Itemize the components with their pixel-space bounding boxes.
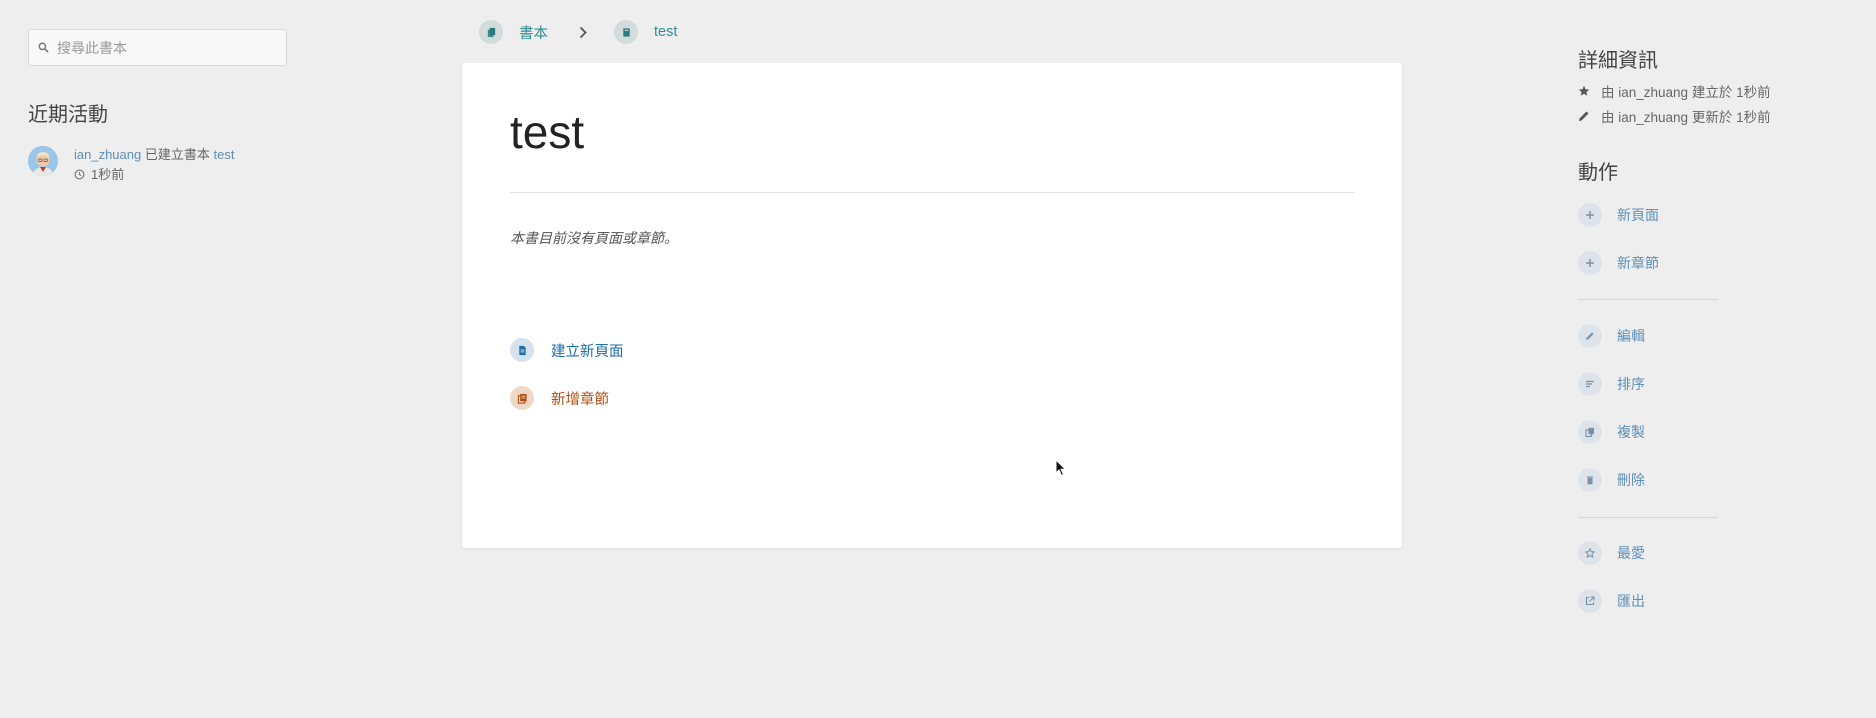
sort-label: 排序 bbox=[1617, 376, 1645, 392]
plus-icon bbox=[1578, 203, 1602, 227]
empty-book-message: 本書目前沒有頁面或章節。 bbox=[510, 230, 678, 246]
book-icon bbox=[614, 20, 638, 44]
page-icon bbox=[510, 338, 534, 362]
updated-meta: 由 ian_zhuang 更新於 1秒前 bbox=[1578, 106, 1771, 126]
actions-divider bbox=[1578, 517, 1718, 518]
add-chapter-link[interactable]: 新增章節 bbox=[510, 386, 609, 410]
sort-icon bbox=[1578, 372, 1602, 396]
chevron-right-icon bbox=[578, 26, 588, 39]
copy-icon bbox=[1578, 420, 1602, 444]
avatar[interactable] bbox=[28, 146, 58, 176]
create-page-link[interactable]: 建立新頁面 bbox=[510, 338, 624, 362]
book-content-card: test 本書目前沒有頁面或章節。 建立新頁面 新增章節 bbox=[462, 63, 1402, 548]
breadcrumb-books-label: 書本 bbox=[519, 25, 548, 42]
plus-icon bbox=[1578, 251, 1602, 275]
star-icon bbox=[1578, 85, 1590, 96]
books-icon bbox=[479, 20, 503, 44]
search-box[interactable] bbox=[28, 29, 287, 66]
search-input[interactable] bbox=[57, 39, 277, 56]
activity-user-link[interactable]: ian_zhuang bbox=[74, 147, 141, 162]
title-divider bbox=[510, 192, 1355, 193]
star-outline-icon bbox=[1578, 541, 1602, 565]
updated-text: 由 ian_zhuang 更新於 1秒前 bbox=[1601, 110, 1771, 125]
copy-label: 複製 bbox=[1617, 424, 1645, 440]
page: 近期活動 ian_zhuang 已建立書本 test bbox=[0, 0, 1876, 718]
sort-action[interactable]: 排序 bbox=[1578, 372, 1645, 396]
activity-book-link[interactable]: test bbox=[214, 147, 235, 162]
export-label: 匯出 bbox=[1617, 593, 1645, 609]
edit-label: 編輯 bbox=[1617, 328, 1645, 344]
delete-label: 刪除 bbox=[1617, 472, 1645, 488]
actions-divider bbox=[1578, 299, 1718, 300]
breadcrumb-books-link[interactable]: 書本 bbox=[479, 20, 548, 44]
pencil-icon bbox=[1579, 111, 1589, 121]
mouse-cursor-icon bbox=[1055, 459, 1067, 477]
pencil-icon bbox=[1578, 324, 1602, 348]
breadcrumb-book-label: test bbox=[654, 24, 678, 40]
activity-item: ian_zhuang 已建立書本 test 1秒前 bbox=[28, 146, 234, 183]
search-icon bbox=[38, 42, 49, 53]
created-meta: 由 ian_zhuang 建立於 1秒前 bbox=[1578, 81, 1771, 101]
trash-icon bbox=[1578, 468, 1602, 492]
created-text: 由 ian_zhuang 建立於 1秒前 bbox=[1601, 85, 1771, 100]
activity-time: 1秒前 bbox=[91, 167, 125, 182]
new-chapter-label: 新章節 bbox=[1617, 255, 1659, 271]
copy-action[interactable]: 複製 bbox=[1578, 420, 1645, 444]
clock-icon bbox=[74, 169, 85, 180]
favourite-action[interactable]: 最愛 bbox=[1578, 541, 1645, 565]
recent-activity-heading: 近期活動 bbox=[28, 104, 108, 126]
external-link-icon bbox=[1578, 589, 1602, 613]
delete-action[interactable]: 刪除 bbox=[1578, 468, 1645, 492]
add-chapter-label: 新增章節 bbox=[551, 391, 609, 408]
create-page-label: 建立新頁面 bbox=[551, 343, 624, 360]
details-heading: 詳細資訊 bbox=[1578, 50, 1658, 72]
page-title: test bbox=[510, 106, 585, 158]
breadcrumb-book-link[interactable]: test bbox=[614, 20, 677, 44]
new-page-label: 新頁面 bbox=[1617, 207, 1659, 223]
breadcrumb: 書本 test bbox=[479, 20, 677, 44]
edit-action[interactable]: 編輯 bbox=[1578, 324, 1645, 348]
favourite-label: 最愛 bbox=[1617, 545, 1645, 561]
chapter-icon bbox=[510, 386, 534, 410]
export-action[interactable]: 匯出 bbox=[1578, 589, 1645, 613]
new-chapter-action[interactable]: 新章節 bbox=[1578, 251, 1659, 275]
actions-heading: 動作 bbox=[1578, 162, 1618, 184]
activity-verb: 已建立書本 bbox=[144, 147, 210, 162]
new-page-action[interactable]: 新頁面 bbox=[1578, 203, 1659, 227]
